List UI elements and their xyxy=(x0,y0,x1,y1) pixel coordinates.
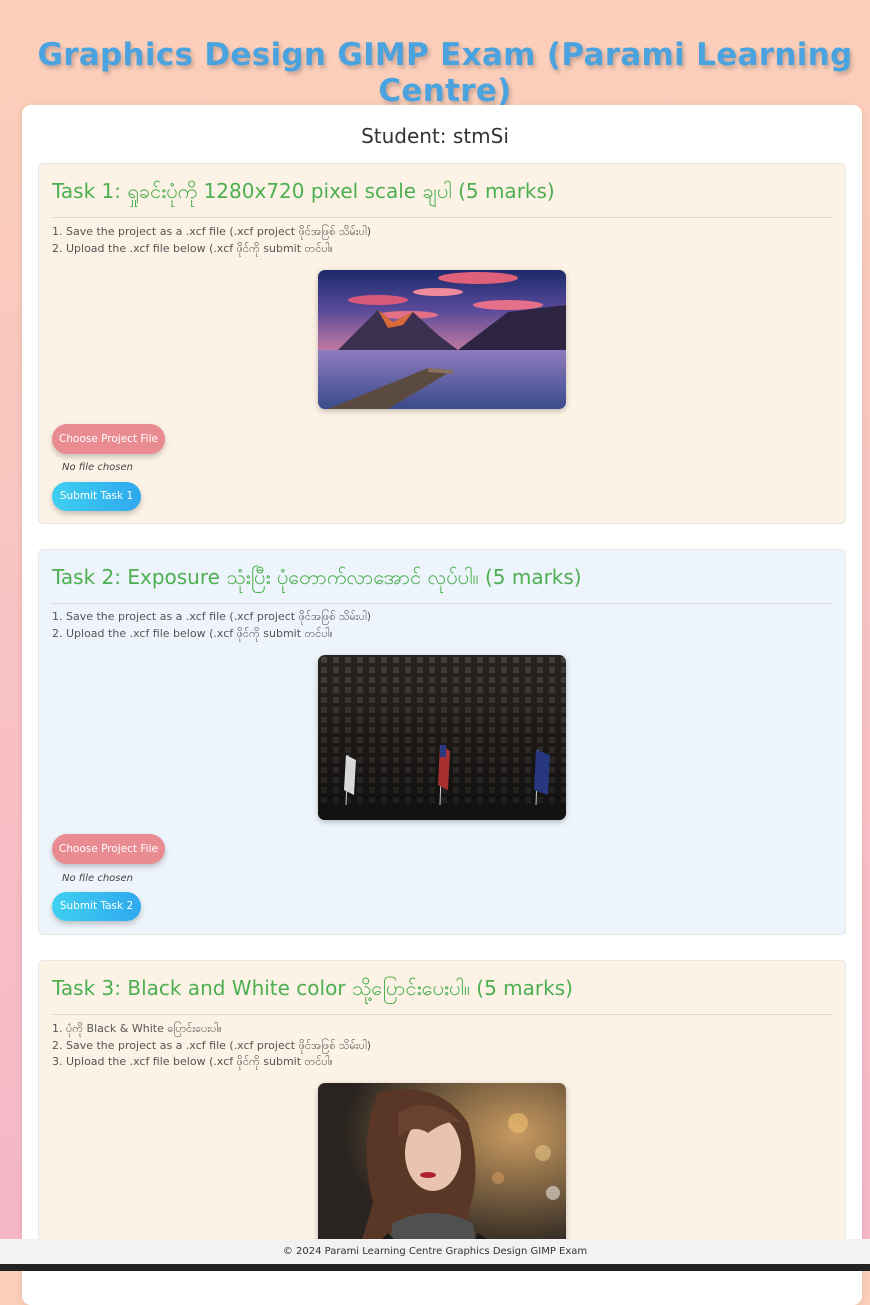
task-3-image xyxy=(318,1083,566,1253)
task-3-title: Task 3: Black and White color သို့ပြောင်… xyxy=(52,975,832,1015)
task-2-instructions: 1. Save the project as a .xcf file (.xcf… xyxy=(52,609,371,642)
bottom-bar xyxy=(0,1264,870,1271)
instruction-line: 1. Save the project as a .xcf file (.xcf… xyxy=(52,225,372,238)
student-name: Student: stmSi xyxy=(361,124,509,148)
task-1-title: Task 1: ရှုခင်းပုံကို 1280x720 pixel sca… xyxy=(52,178,832,218)
task-2-file-status: No file chosen xyxy=(62,873,134,884)
task-2-title: Task 2: Exposure သုံးပြီး ပုံတောက်လာအောင… xyxy=(52,564,832,604)
page-title: Graphics Design GIMP Exam (Parami Learni… xyxy=(37,37,853,109)
task-1-choose-file-button[interactable]: Choose Project File xyxy=(52,424,165,454)
task-2-submit-button[interactable]: Submit Task 2 xyxy=(52,892,141,921)
task-2-choose-file-button[interactable]: Choose Project File xyxy=(52,834,165,864)
task-1-submit-button[interactable]: Submit Task 1 xyxy=(52,482,141,511)
task-2-image xyxy=(318,655,566,820)
task-2-section: Task 2: Exposure သုံးပြီး ပုံတောက်လာအောင… xyxy=(38,549,846,935)
instruction-line: 1. Save the project as a .xcf file (.xcf… xyxy=(52,610,372,623)
instruction-line: 2. Save the project as a .xcf file (.xcf… xyxy=(52,1038,372,1052)
task-3-instructions: 1. ပုံကို Black & White ပြောင်းပေးပါ။ 2.… xyxy=(52,1021,371,1071)
footer: © 2024 Parami Learning Centre Graphics D… xyxy=(0,1239,870,1264)
instruction-line: 2. Upload the .xcf file below (.xcf ဖိုင… xyxy=(52,241,333,255)
task-1-file-status: No file chosen xyxy=(62,462,134,473)
instruction-line: 2. Upload the .xcf file below (.xcf ဖိုင… xyxy=(52,626,333,640)
task-1-section: Task 1: ရှုခင်းပုံကို 1280x720 pixel sca… xyxy=(38,163,846,524)
task-3-section: Task 3: Black and White color သို့ပြောင်… xyxy=(38,960,846,1262)
task-1-image xyxy=(318,270,566,409)
task-1-instructions: 1. Save the project as a .xcf file (.xcf… xyxy=(52,224,371,257)
instruction-line: 1. ပုံကို Black & White ပြောင်းပေးပါ။ xyxy=(52,1022,222,1035)
instruction-line: 3. Upload the .xcf file below (.xcf ဖိုင… xyxy=(52,1055,333,1068)
